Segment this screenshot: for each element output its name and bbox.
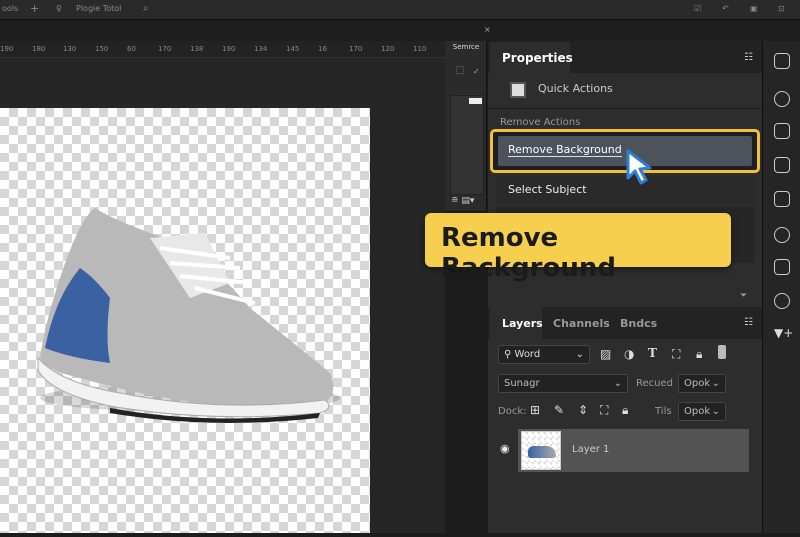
ruler-tick: 138 — [190, 45, 204, 53]
adjustment-filter-icon[interactable]: ◑ — [624, 347, 634, 361]
transform-icon[interactable] — [774, 53, 790, 69]
tab-layers[interactable]: Layers — [502, 317, 543, 330]
tab-properties[interactable]: Properties — [502, 51, 573, 65]
ruler-tick: 134 — [254, 45, 268, 53]
ruler-tick: 110 — [413, 45, 427, 53]
transparent-canvas[interactable] — [0, 108, 370, 533]
ruler-tick: 60 — [127, 45, 136, 53]
remove-actions-heading: Remove Actions — [500, 117, 581, 128]
layer-row[interactable]: Layer 1 — [518, 429, 749, 472]
opacity-value: Opok — [684, 378, 711, 389]
ruler-tick: 170 — [158, 45, 172, 53]
ruler-tick: 150 — [95, 45, 109, 53]
libraries-icon[interactable] — [774, 123, 790, 139]
image-filter-icon[interactable]: ▨ — [600, 347, 611, 361]
callout-banner: Remove Background — [425, 213, 731, 283]
toolstrip-title: Semrce — [452, 43, 480, 51]
blend-mode-select[interactable]: Sunagr ⌄ — [498, 374, 628, 393]
lock-artboard-icon[interactable]: ⛶ — [600, 403, 608, 418]
top-menu-bar: ools + ♀ Plogie Totol ⌕ ☑ ↶ ▣ ⊡ — [0, 0, 800, 20]
checkbox-icon[interactable]: ☑ — [694, 4, 701, 13]
swatches-icon[interactable] — [774, 191, 790, 207]
ruler-tick: 190 — [222, 45, 236, 53]
ruler-tick: 16 — [318, 45, 327, 53]
clock-icon[interactable] — [774, 293, 790, 309]
fill-field[interactable]: Opok ⌄ — [678, 402, 726, 421]
filter-toggle[interactable] — [718, 345, 726, 359]
opacity-label: Recued — [636, 378, 673, 389]
hand-icon[interactable]: ↶ — [722, 4, 729, 13]
ruler-tick: 190 — [0, 45, 14, 53]
cursor-pointer-icon — [626, 149, 652, 185]
check-icon[interactable]: ✓ — [473, 67, 480, 76]
type-filter-icon[interactable]: T — [648, 346, 657, 360]
ruler-tick: 120 — [381, 45, 395, 53]
smart-object-filter-icon[interactable]: 🔒︎ — [696, 347, 702, 362]
panel-menu-icon[interactable]: ☷ — [744, 52, 753, 63]
paragraph-icon[interactable] — [774, 259, 790, 275]
ruler-tick: 130 — [63, 45, 77, 53]
layer-filter-select[interactable]: ⚲ Word ⌄ — [498, 345, 590, 364]
properties-panel: Properties ☷ Quick Actions Remove Action… — [488, 41, 762, 533]
blend-mode-value: Sunagr — [504, 378, 540, 389]
fill-value: Opok — [684, 406, 711, 417]
remove-background-label: Remove Background — [508, 143, 622, 157]
shape-filter-icon[interactable]: ⛶ — [672, 347, 680, 362]
share-icon[interactable]: ⊡ — [778, 4, 785, 13]
tool-options-strip: Semrce ⬚ ✓ ≘ ▤▾ — [445, 41, 487, 211]
visibility-eye-icon[interactable]: ◉ — [500, 442, 510, 455]
layer-thumbnail — [521, 431, 561, 470]
quick-actions-label[interactable]: Quick Actions — [538, 82, 613, 95]
plugin-menu[interactable]: Plogie Totol — [76, 4, 121, 13]
lock-all-icon[interactable]: 🔒︎ — [622, 403, 628, 418]
swatch-column[interactable] — [450, 95, 484, 195]
lock-position-icon[interactable]: ⇕ — [578, 403, 588, 417]
quick-actions-icon — [510, 82, 526, 98]
marquee-icon[interactable]: ⬚ — [455, 65, 464, 76]
adjustments-icon[interactable] — [774, 157, 790, 173]
add-style-icon[interactable]: ▼+ — [774, 326, 793, 340]
tab-paths[interactable]: Bndcs — [620, 317, 657, 330]
layers-menu-icon[interactable]: ☷ — [744, 317, 753, 328]
tab-channels[interactable]: Channels — [553, 317, 610, 330]
ruler-tick: 145 — [286, 45, 300, 53]
lock-paint-icon[interactable]: ✎ — [554, 403, 564, 417]
collapse-icon[interactable]: ⏷ — [740, 291, 747, 301]
sneaker-image — [37, 208, 340, 423]
search-icon[interactable]: ⌕ — [143, 3, 149, 14]
select-subject-label: Select Subject — [508, 183, 587, 196]
layer-name[interactable]: Layer 1 — [572, 444, 609, 455]
right-panel-dock: ▼+ — [762, 41, 800, 533]
horizontal-ruler: 190 180 130 150 60 170 138 190 134 145 1… — [0, 41, 445, 58]
filter-value: Word — [514, 349, 541, 360]
lock-transparency-icon[interactable]: ⊞ — [530, 403, 540, 417]
ruler-tick: 170 — [349, 45, 363, 53]
layer-stack-icon[interactable]: ≘ ▤▾ — [451, 196, 474, 206]
history-icon[interactable] — [774, 227, 790, 243]
user-icon[interactable]: ♀ — [56, 4, 62, 13]
ruler-tick: 180 — [32, 45, 46, 53]
lock-label: Dock: — [498, 406, 527, 417]
tools-menu[interactable]: ools — [2, 4, 18, 13]
document-bar: × — [0, 21, 800, 41]
opacity-field[interactable]: Opok ⌄ — [678, 374, 726, 393]
color-icon[interactable] — [774, 91, 790, 107]
fill-label: Tils — [655, 406, 672, 417]
add-icon[interactable]: + — [30, 2, 39, 15]
close-icon[interactable]: × — [484, 25, 491, 34]
panel-icon[interactable]: ▣ — [750, 4, 758, 13]
